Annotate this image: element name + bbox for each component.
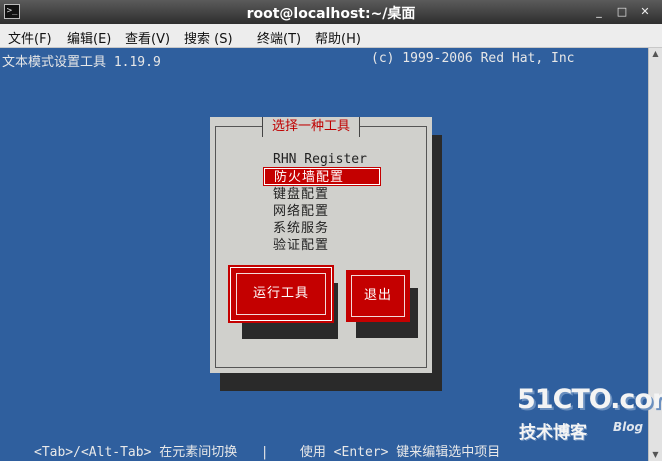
menu-bar: 文件(F) 编辑(E) 查看(V) 搜索 (S) 终端(T) 帮助(H) (0, 24, 662, 48)
scroll-up-icon[interactable]: ▲ (649, 48, 662, 60)
scroll-down-icon[interactable]: ▼ (649, 449, 662, 461)
watermark: 51CTO.com 技术博客 Blog (517, 384, 662, 443)
tool-item-firewall[interactable]: 防火墙配置 (263, 167, 381, 186)
maximize-icon[interactable]: □ (615, 5, 629, 19)
minimize-icon[interactable]: _ (592, 5, 606, 19)
quit-button[interactable]: 退出 (346, 270, 410, 322)
run-tool-button[interactable]: 运行工具 (228, 265, 334, 323)
watermark-logo: 51CTO.com (517, 384, 662, 415)
menu-search[interactable]: 搜索 (S) (184, 28, 233, 47)
tool-header-left: 文本模式设置工具 1.19.9 (2, 55, 161, 70)
menu-terminal[interactable]: 终端(T) (257, 28, 301, 47)
tool-item-authentication[interactable]: 验证配置 (273, 237, 329, 254)
menu-view[interactable]: 查看(V) (125, 28, 170, 47)
tool-item-rhn-register[interactable]: RHN Register (273, 151, 367, 168)
run-button-label: 运行工具 (252, 286, 309, 301)
menu-edit[interactable]: 编辑(E) (67, 28, 111, 47)
dialog-title: 选择一种工具 (262, 117, 361, 137)
quit-button-label: 退出 (363, 288, 392, 303)
close-icon[interactable]: ✕ (638, 5, 652, 19)
tool-item-keyboard[interactable]: 键盘配置 (273, 186, 329, 203)
window-titlebar[interactable]: >_ root@localhost:~/桌面 _ □ ✕ (0, 0, 662, 24)
menu-file[interactable]: 文件(F) (8, 28, 52, 47)
tool-header-right: (c) 1999-2006 Red Hat, Inc (371, 51, 575, 66)
watermark-blog: Blog (613, 420, 644, 434)
window-title: root@localhost:~/桌面 (246, 6, 416, 22)
key-hint-footer: <Tab>/<Alt-Tab> 在元素间切换 | 使用 <Enter> 键来编辑… (34, 445, 501, 460)
tool-item-network[interactable]: 网络配置 (273, 203, 329, 220)
tool-item-services[interactable]: 系统服务 (273, 220, 329, 237)
menu-help[interactable]: 帮助(H) (315, 28, 361, 47)
watermark-subtitle: 技术博客 (519, 423, 587, 443)
